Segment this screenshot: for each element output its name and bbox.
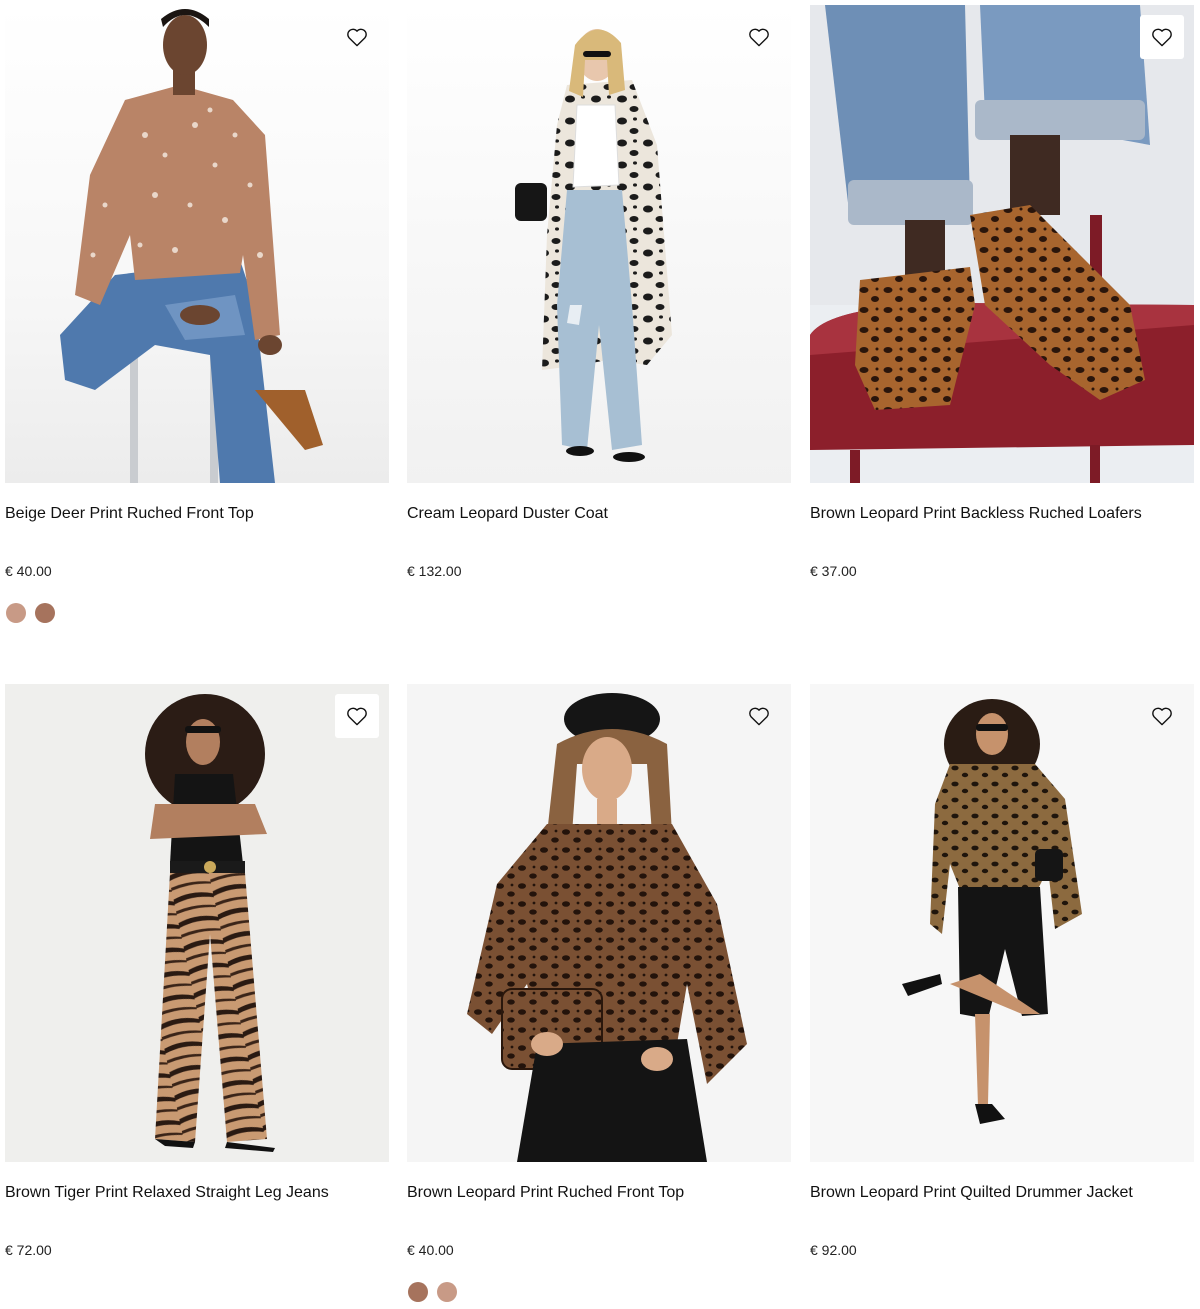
wishlist-button[interactable] xyxy=(1140,15,1184,59)
heart-icon xyxy=(1152,28,1172,47)
color-swatches xyxy=(6,603,55,623)
product-image[interactable] xyxy=(810,5,1194,483)
product-card[interactable]: Brown Leopard Print Ruched Front Top € 4… xyxy=(407,684,791,1302)
heart-icon xyxy=(749,28,769,47)
wishlist-button[interactable] xyxy=(335,15,379,59)
wishlist-button[interactable] xyxy=(1140,694,1184,738)
product-price: € 37.00 xyxy=(810,563,857,579)
product-card[interactable]: Cream Leopard Duster Coat € 132.00 xyxy=(407,5,791,579)
product-title[interactable]: Brown Leopard Print Ruched Front Top xyxy=(407,1182,684,1204)
product-title[interactable]: Cream Leopard Duster Coat xyxy=(407,503,608,525)
product-image[interactable] xyxy=(5,5,389,483)
product-card[interactable]: Brown Leopard Print Quilted Drummer Jack… xyxy=(810,684,1194,1258)
product-image[interactable] xyxy=(407,684,791,1162)
wishlist-button[interactable] xyxy=(737,15,781,59)
product-photo xyxy=(407,5,791,483)
product-title[interactable]: Brown Tiger Print Relaxed Straight Leg J… xyxy=(5,1182,329,1204)
product-photo xyxy=(407,684,791,1162)
product-title[interactable]: Brown Leopard Print Quilted Drummer Jack… xyxy=(810,1182,1133,1204)
color-swatch[interactable] xyxy=(35,603,55,623)
product-image[interactable] xyxy=(407,5,791,483)
heart-icon xyxy=(1152,707,1172,726)
product-card[interactable]: Brown Leopard Print Backless Ruched Loaf… xyxy=(810,5,1194,579)
product-title[interactable]: Brown Leopard Print Backless Ruched Loaf… xyxy=(810,503,1142,525)
product-price: € 72.00 xyxy=(5,1242,52,1258)
product-card[interactable]: Brown Tiger Print Relaxed Straight Leg J… xyxy=(5,684,389,1258)
product-image[interactable] xyxy=(810,684,1194,1162)
color-swatches xyxy=(408,1282,457,1302)
product-price: € 40.00 xyxy=(5,563,52,579)
product-grid: Beige Deer Print Ruched Front Top € 40.0… xyxy=(0,0,1200,1309)
product-photo xyxy=(5,684,389,1162)
wishlist-button[interactable] xyxy=(335,694,379,738)
product-photo xyxy=(5,5,389,483)
heart-icon xyxy=(347,707,367,726)
product-price: € 132.00 xyxy=(407,563,462,579)
product-image[interactable] xyxy=(5,684,389,1162)
color-swatch[interactable] xyxy=(6,603,26,623)
product-photo xyxy=(810,5,1194,483)
product-card[interactable]: Beige Deer Print Ruched Front Top € 40.0… xyxy=(5,5,389,623)
product-title[interactable]: Beige Deer Print Ruched Front Top xyxy=(5,503,254,525)
color-swatch[interactable] xyxy=(408,1282,428,1302)
wishlist-button[interactable] xyxy=(737,694,781,738)
heart-icon xyxy=(347,28,367,47)
product-photo xyxy=(810,684,1194,1162)
color-swatch[interactable] xyxy=(437,1282,457,1302)
product-price: € 92.00 xyxy=(810,1242,857,1258)
heart-icon xyxy=(749,707,769,726)
product-price: € 40.00 xyxy=(407,1242,454,1258)
